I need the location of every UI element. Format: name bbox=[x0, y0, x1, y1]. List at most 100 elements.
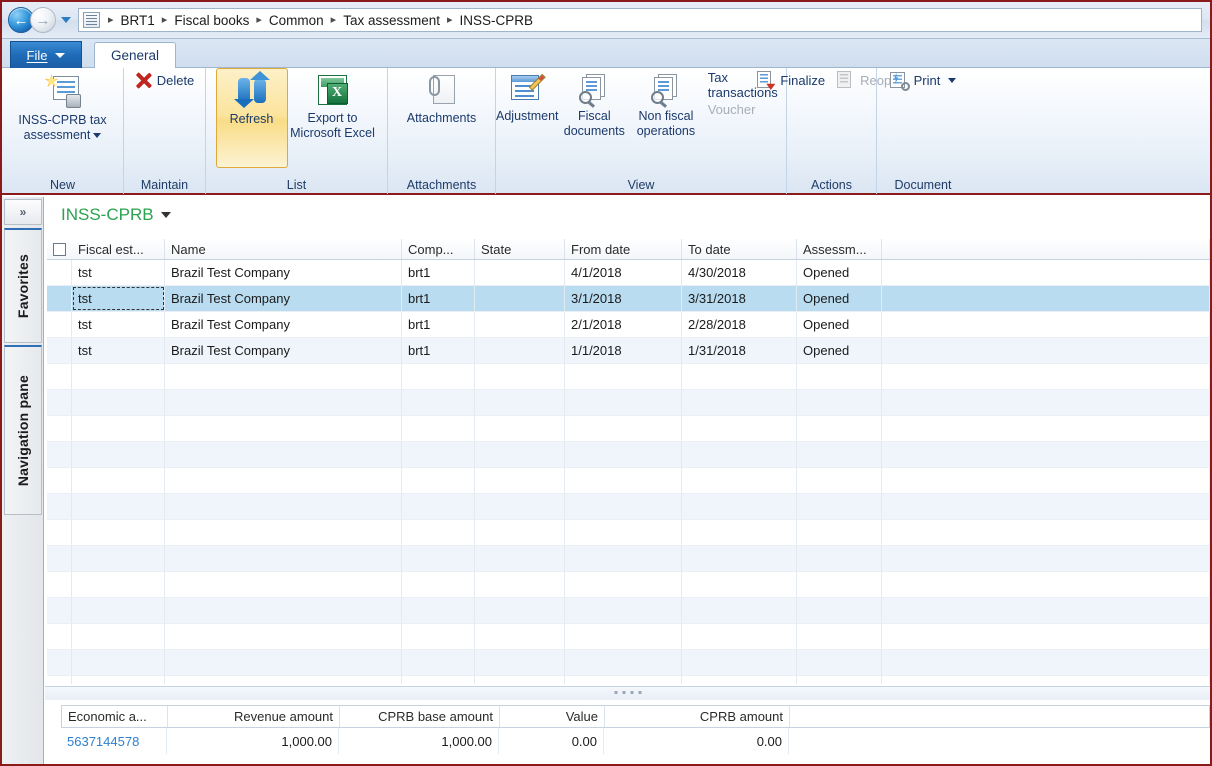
cell-state[interactable] bbox=[475, 338, 565, 363]
cell-company[interactable]: brt1 bbox=[402, 286, 475, 311]
chevron-down-icon[interactable] bbox=[160, 212, 171, 218]
column-header-to-date[interactable]: To date bbox=[682, 239, 797, 259]
file-menu-button[interactable]: File bbox=[10, 41, 82, 68]
cell-revenue-amount[interactable]: 1,000.00 bbox=[167, 728, 339, 754]
cell-cprb-amount[interactable]: 0.00 bbox=[604, 728, 789, 754]
cell-to-date[interactable]: 2/28/2018 bbox=[682, 312, 797, 337]
inss-cprb-tax-assessment-button[interactable]: INSS-CPRB tax assessment bbox=[18, 68, 108, 168]
cell-checkbox[interactable] bbox=[47, 286, 72, 311]
table-row[interactable]: tst Brazil Test Company brt1 1/1/2018 1/31/2… bbox=[47, 338, 1210, 364]
table-row-empty[interactable] bbox=[47, 572, 1210, 598]
column-header-cprb-amount[interactable]: CPRB amount bbox=[605, 706, 790, 727]
table-row-empty[interactable] bbox=[47, 442, 1210, 468]
column-header-from-date[interactable]: From date bbox=[565, 239, 682, 259]
cell-checkbox[interactable] bbox=[47, 338, 72, 363]
column-header-state[interactable]: State bbox=[475, 239, 565, 259]
cell-checkbox[interactable] bbox=[47, 312, 72, 337]
table-row-empty[interactable] bbox=[47, 520, 1210, 546]
cell-state[interactable] bbox=[475, 260, 565, 285]
cell-filler[interactable] bbox=[882, 312, 1210, 337]
cell-to-date[interactable]: 4/30/2018 bbox=[682, 260, 797, 285]
forward-arrow-icon[interactable]: → bbox=[30, 7, 56, 33]
address-bar[interactable]: ▸ BRT1 ▸ Fiscal books ▸ Common ▸ Tax assessment… bbox=[78, 8, 1202, 32]
table-row-empty[interactable] bbox=[47, 676, 1210, 684]
cell-fiscal-est[interactable]: tst bbox=[72, 312, 165, 337]
table-row-empty[interactable] bbox=[47, 650, 1210, 676]
cell-name[interactable]: Brazil Test Company bbox=[165, 286, 402, 311]
cell-company[interactable]: brt1 bbox=[402, 312, 475, 337]
sidebar-expand-button[interactable]: » bbox=[4, 199, 42, 225]
print-button[interactable]: Print bbox=[884, 68, 963, 93]
cell-name[interactable]: Brazil Test Company bbox=[165, 338, 402, 363]
cell-company[interactable]: brt1 bbox=[402, 338, 475, 363]
adjustment-button[interactable]: Adjustment bbox=[496, 68, 559, 168]
attachments-button[interactable]: Attachments bbox=[406, 68, 478, 168]
cell-to-date[interactable]: 1/31/2018 bbox=[682, 338, 797, 363]
grid-splitter[interactable] bbox=[45, 686, 1210, 700]
breadcrumb-item[interactable]: Fiscal books bbox=[172, 13, 251, 28]
select-all-checkbox[interactable] bbox=[53, 242, 66, 256]
sidebar-tab-navigation-pane[interactable]: Navigation pane bbox=[4, 345, 42, 515]
cell-filler[interactable] bbox=[882, 286, 1210, 311]
table-row[interactable]: tst Brazil Test Company brt1 2/1/2018 2/28/2… bbox=[47, 312, 1210, 338]
table-row[interactable]: tst Brazil Test Company brt1 4/1/2018 4/30/2… bbox=[47, 260, 1210, 286]
column-header-filler[interactable] bbox=[882, 239, 1210, 259]
cell-assessment[interactable]: Opened bbox=[797, 312, 882, 337]
column-header-revenue-amount[interactable]: Revenue amount bbox=[168, 706, 340, 727]
voucher-button[interactable]: Voucher bbox=[702, 97, 786, 122]
cell-value[interactable]: 0.00 bbox=[499, 728, 604, 754]
sidebar-tab-favorites[interactable]: Favorites bbox=[4, 228, 42, 343]
column-header-cprb-base-amount[interactable]: CPRB base amount bbox=[340, 706, 500, 727]
cell-to-date[interactable]: 3/31/2018 bbox=[682, 286, 797, 311]
table-row-empty[interactable] bbox=[47, 468, 1210, 494]
column-header-fiscal-est[interactable]: Fiscal est... bbox=[72, 239, 165, 259]
table-row[interactable]: 5637144578 1,000.00 1,000.00 0.00 0.00 bbox=[61, 728, 1210, 754]
finalize-button[interactable]: Finalize bbox=[751, 68, 831, 93]
table-row-empty[interactable] bbox=[47, 416, 1210, 442]
cell-filler[interactable] bbox=[882, 260, 1210, 285]
column-header-value[interactable]: Value bbox=[500, 706, 605, 727]
fiscal-documents-button[interactable]: Fiscal documents bbox=[559, 68, 631, 168]
cell-fiscal-est[interactable]: tst bbox=[72, 338, 165, 363]
column-header-economic-activity[interactable]: Economic a... bbox=[62, 706, 168, 727]
cell-state[interactable] bbox=[475, 312, 565, 337]
breadcrumb-item[interactable]: BRT1 bbox=[119, 13, 157, 28]
column-header-name[interactable]: Name bbox=[165, 239, 402, 259]
cell-assessment[interactable]: Opened bbox=[797, 338, 882, 363]
breadcrumb-item[interactable]: Tax assessment bbox=[341, 13, 442, 28]
cell-fiscal-est[interactable]: tst bbox=[72, 260, 165, 285]
cell-from-date[interactable]: 3/1/2018 bbox=[565, 286, 682, 311]
refresh-button[interactable]: Refresh bbox=[215, 68, 288, 168]
breadcrumb-item[interactable]: INSS-CPRB bbox=[458, 13, 536, 28]
table-row-empty[interactable] bbox=[47, 364, 1210, 390]
breadcrumb-item[interactable]: Common bbox=[267, 13, 326, 28]
cell-cprb-base-amount[interactable]: 1,000.00 bbox=[339, 728, 499, 754]
table-row-empty[interactable] bbox=[47, 598, 1210, 624]
non-fiscal-operations-button[interactable]: Non fiscal operations bbox=[630, 68, 702, 168]
table-row-empty[interactable] bbox=[47, 390, 1210, 416]
column-header-company[interactable]: Comp... bbox=[402, 239, 475, 259]
cell-name[interactable]: Brazil Test Company bbox=[165, 260, 402, 285]
cell-company[interactable]: brt1 bbox=[402, 260, 475, 285]
history-dropdown-icon[interactable] bbox=[61, 17, 71, 23]
cell-from-date[interactable]: 2/1/2018 bbox=[565, 312, 682, 337]
tab-general[interactable]: General bbox=[94, 42, 177, 68]
cell-checkbox[interactable] bbox=[47, 260, 72, 285]
cell-filler[interactable] bbox=[882, 338, 1210, 363]
cell-from-date[interactable]: 1/1/2018 bbox=[565, 338, 682, 363]
cell-assessment[interactable]: Opened bbox=[797, 260, 882, 285]
cell-economic-activity[interactable]: 5637144578 bbox=[61, 728, 167, 754]
cell-state[interactable] bbox=[475, 286, 565, 311]
table-row-empty[interactable] bbox=[47, 624, 1210, 650]
table-row[interactable]: tst Brazil Test Company brt1 3/1/2018 3/31/2… bbox=[47, 286, 1210, 312]
table-row-empty[interactable] bbox=[47, 546, 1210, 572]
delete-button[interactable]: Delete bbox=[129, 68, 201, 93]
cell-assessment[interactable]: Opened bbox=[797, 286, 882, 311]
cell-name[interactable]: Brazil Test Company bbox=[165, 312, 402, 337]
cell-from-date[interactable]: 4/1/2018 bbox=[565, 260, 682, 285]
column-header-assessment[interactable]: Assessm... bbox=[797, 239, 882, 259]
column-header-checkbox[interactable] bbox=[47, 239, 72, 259]
export-to-excel-button[interactable]: X Export to Microsoft Excel bbox=[288, 68, 378, 168]
table-row-empty[interactable] bbox=[47, 494, 1210, 520]
cell-fiscal-est[interactable]: tst bbox=[72, 286, 165, 311]
